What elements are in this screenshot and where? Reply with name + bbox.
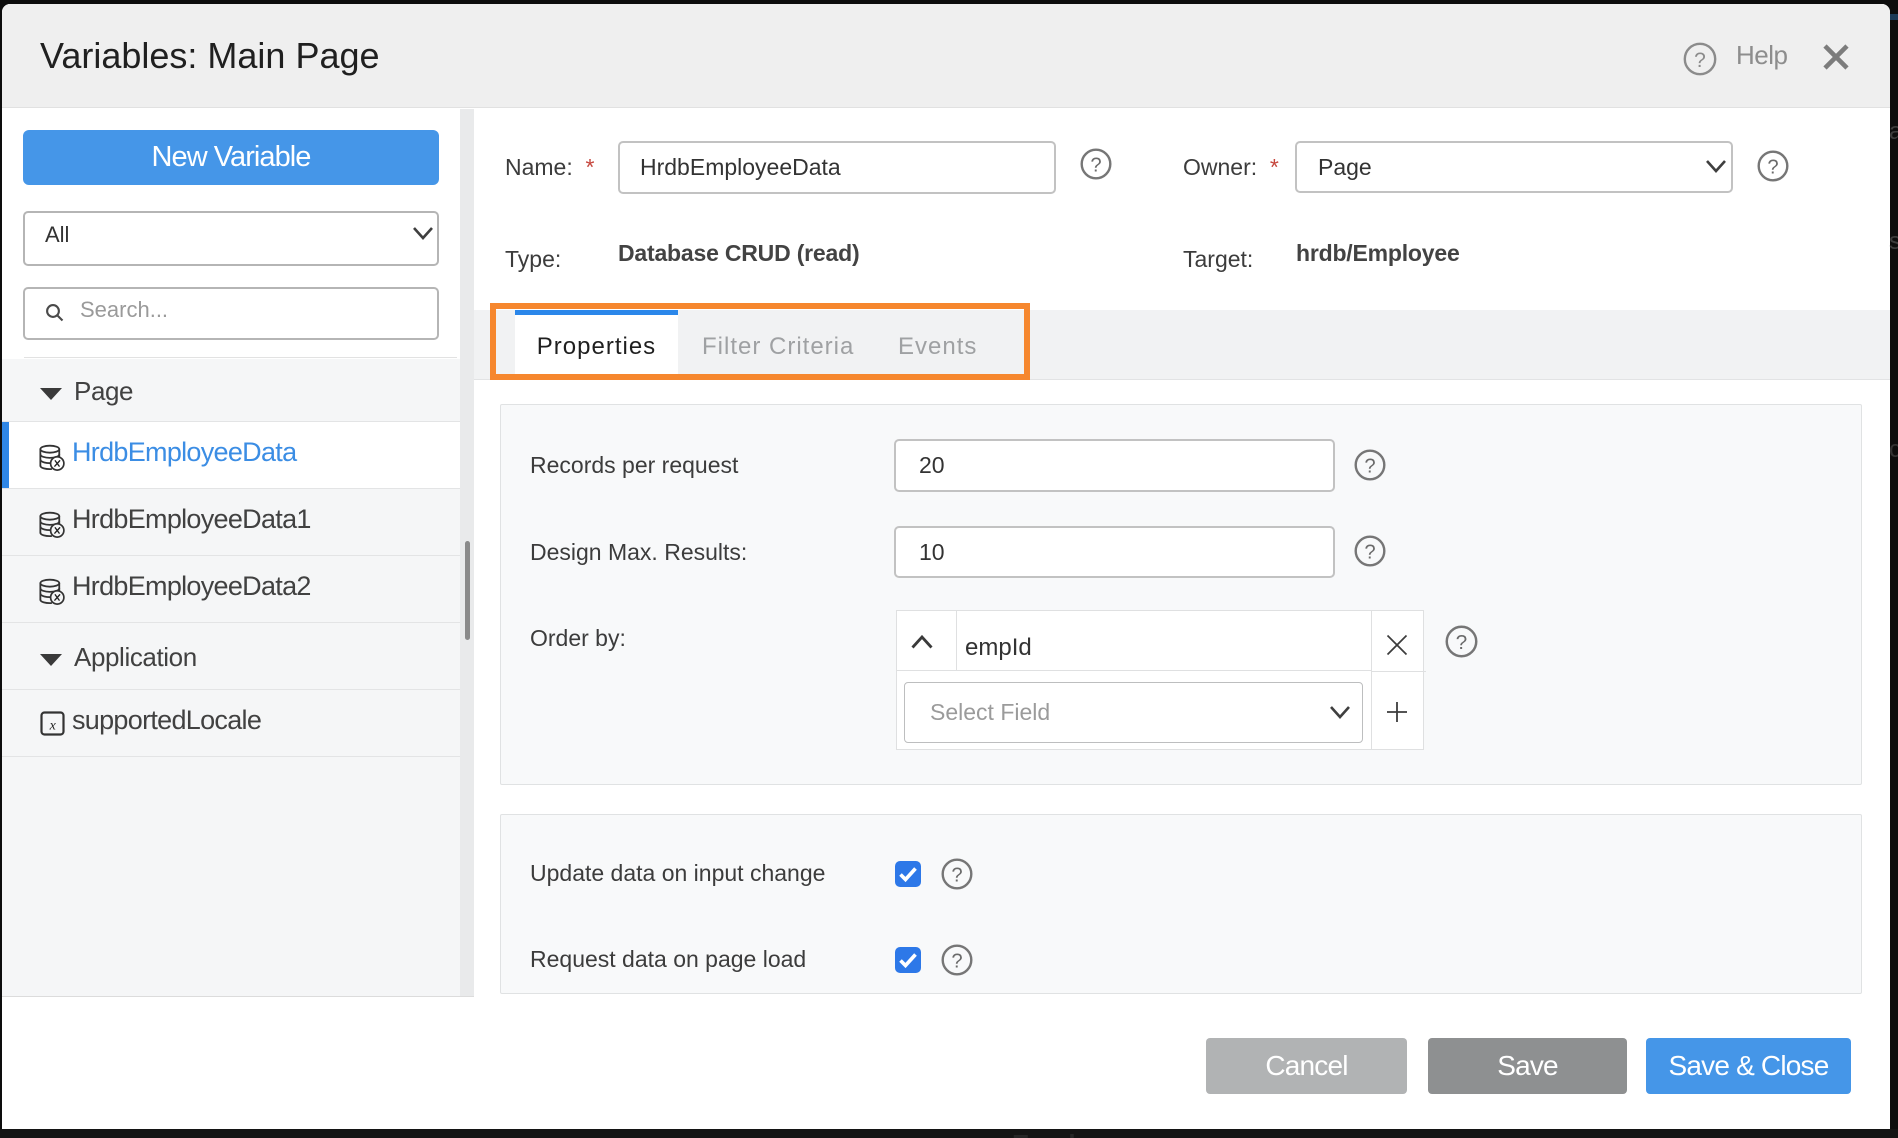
svg-text:?: ?	[1767, 157, 1778, 179]
svg-text:?: ?	[1090, 155, 1101, 177]
svg-text:?: ?	[1694, 49, 1706, 72]
svg-text:?: ?	[1364, 456, 1375, 478]
svg-text:?: ?	[951, 865, 962, 887]
svg-text:?: ?	[1364, 542, 1375, 564]
svg-text:?: ?	[1456, 631, 1467, 654]
svg-text:?: ?	[951, 951, 962, 973]
svg-text:x: x	[49, 719, 57, 734]
